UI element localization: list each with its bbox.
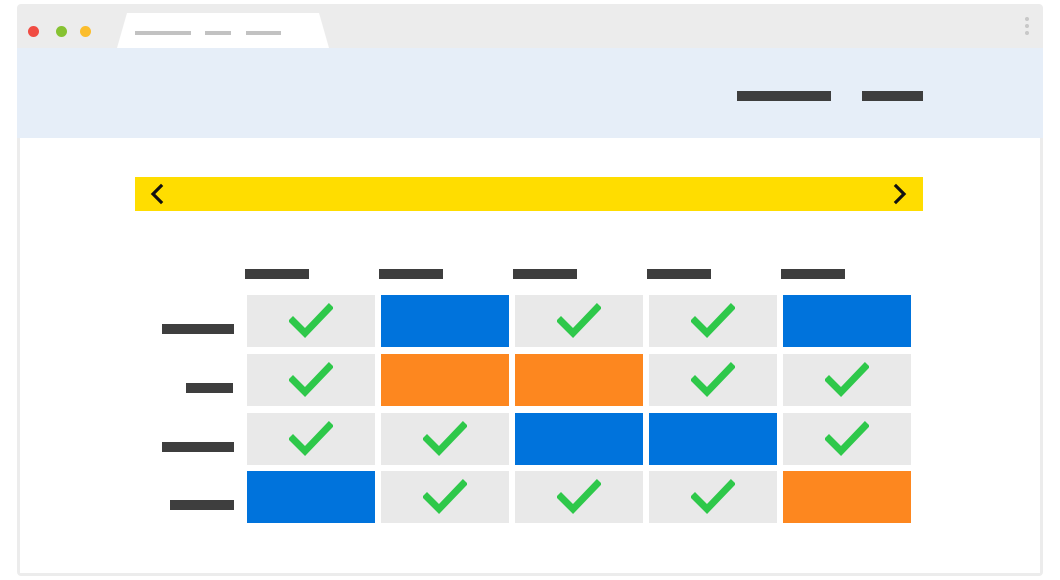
- calendar-navigation-bar: [135, 177, 923, 211]
- booked-slot-cell-orange[interactable]: [783, 471, 911, 523]
- maximize-dot[interactable]: [80, 26, 91, 37]
- nav-link-placeholder[interactable]: [862, 91, 923, 101]
- day-column-header: [245, 269, 309, 279]
- checkmark-icon: [691, 303, 735, 339]
- available-slot-cell[interactable]: [515, 471, 643, 523]
- available-slot-cell[interactable]: [649, 354, 777, 406]
- available-slot-cell[interactable]: [783, 354, 911, 406]
- available-slot-cell[interactable]: [783, 413, 911, 465]
- nav-link-placeholder[interactable]: [737, 91, 831, 101]
- checkmark-icon: [289, 362, 333, 398]
- checkmark-icon: [289, 421, 333, 457]
- available-slot-cell[interactable]: [649, 295, 777, 347]
- available-slot-cell[interactable]: [515, 295, 643, 347]
- chevron-left-icon: [150, 183, 164, 205]
- available-slot-cell[interactable]: [247, 413, 375, 465]
- available-slot-cell[interactable]: [649, 471, 777, 523]
- day-column-header: [513, 269, 577, 279]
- minimize-dot[interactable]: [56, 26, 67, 37]
- time-row-label: [162, 324, 234, 334]
- checkmark-icon: [691, 479, 735, 515]
- tab-title-placeholder: [205, 31, 231, 35]
- checkmark-icon: [557, 303, 601, 339]
- checkmark-icon: [825, 362, 869, 398]
- time-row-label: [162, 442, 234, 452]
- day-column-header: [647, 269, 711, 279]
- time-row-label: [186, 383, 233, 393]
- tab-title-placeholder: [135, 31, 191, 35]
- day-column-header: [379, 269, 443, 279]
- checkmark-icon: [289, 303, 333, 339]
- prev-button[interactable]: [147, 183, 169, 205]
- day-column-header: [781, 269, 845, 279]
- available-slot-cell[interactable]: [381, 471, 509, 523]
- checkmark-icon: [423, 421, 467, 457]
- booked-slot-cell-blue[interactable]: [247, 471, 375, 523]
- booked-slot-cell-blue[interactable]: [783, 295, 911, 347]
- close-dot[interactable]: [28, 26, 39, 37]
- calendar-content: [20, 138, 1040, 573]
- checkmark-icon: [423, 479, 467, 515]
- available-slot-cell[interactable]: [247, 295, 375, 347]
- available-slot-cell[interactable]: [381, 413, 509, 465]
- booked-slot-cell-orange[interactable]: [381, 354, 509, 406]
- booked-slot-cell-orange[interactable]: [515, 354, 643, 406]
- time-row-label: [170, 500, 234, 510]
- next-button[interactable]: [888, 183, 910, 205]
- browser-window: [17, 4, 1043, 576]
- available-slot-cell[interactable]: [247, 354, 375, 406]
- checkmark-icon: [691, 362, 735, 398]
- checkmark-icon: [557, 479, 601, 515]
- browser-tab[interactable]: [117, 13, 329, 48]
- booked-slot-cell-blue[interactable]: [649, 413, 777, 465]
- tab-title-placeholder: [246, 31, 281, 35]
- booked-slot-cell-blue[interactable]: [515, 413, 643, 465]
- checkmark-icon: [825, 421, 869, 457]
- chevron-right-icon: [893, 183, 907, 205]
- booked-slot-cell-blue[interactable]: [381, 295, 509, 347]
- site-header: [17, 48, 1043, 138]
- browser-titlebar: [17, 4, 1043, 48]
